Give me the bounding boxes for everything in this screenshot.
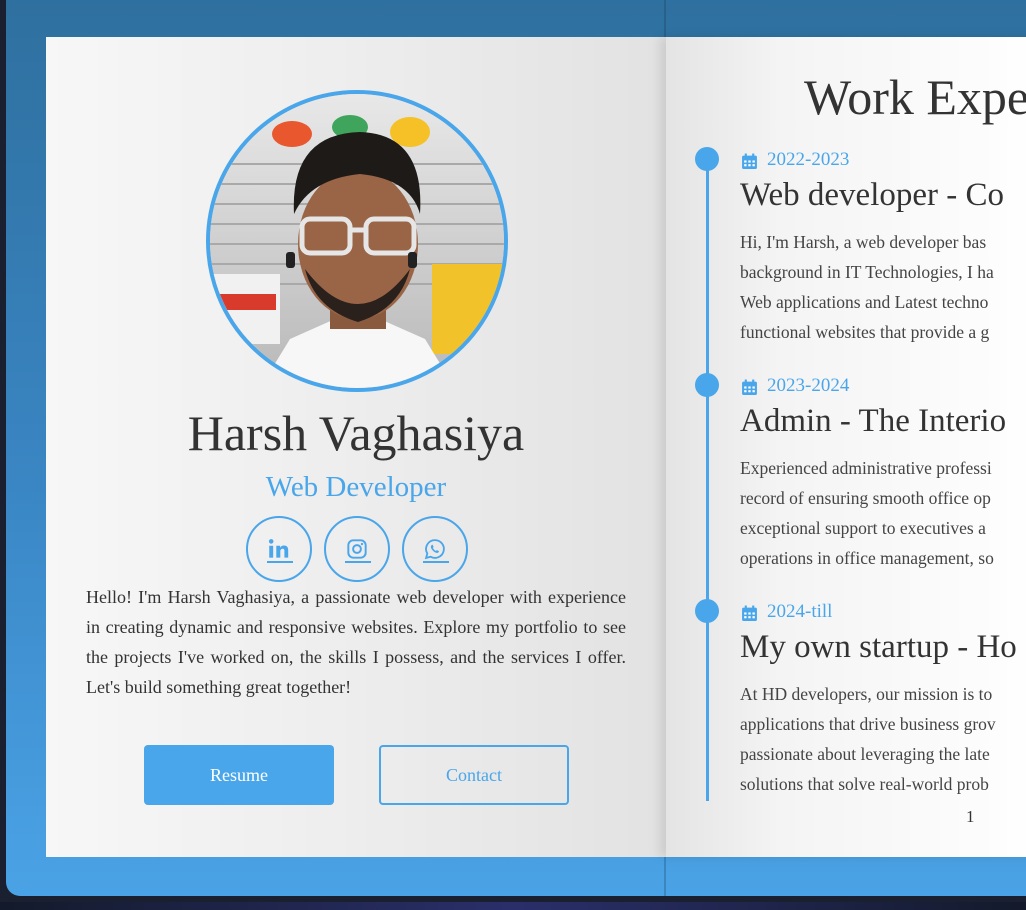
instagram-link[interactable]: [324, 516, 390, 582]
entry-date: 2024-till: [767, 601, 833, 622]
link-underline: [345, 561, 371, 563]
timeline-entry: 2024-till My own startup - Ho At HD deve…: [666, 599, 1026, 819]
profile-role: Web Developer: [265, 471, 447, 503]
whatsapp-icon: [424, 539, 445, 560]
linkedin-icon: [268, 539, 289, 558]
desc-line: Hi, I'm Harsh, a web developer bas: [740, 232, 987, 252]
desc-line: exceptional support to executives a: [740, 518, 986, 538]
entry-description: Experienced administrative professi reco…: [740, 453, 1026, 573]
section-title: Work Expe: [804, 69, 1026, 125]
profile-page: Harsh Vaghasiya Web Developer Hello! I'm…: [46, 37, 666, 857]
profile-bio: Hello! I'm Harsh Vaghasiya, a passionate…: [86, 587, 626, 697]
desc-line: functional websites that provide a g: [740, 322, 990, 342]
desc-line: operations in office management, so: [740, 548, 994, 568]
desc-line: record of ensuring smooth office op: [740, 488, 991, 508]
entry-title: My own startup - Ho: [740, 629, 1017, 665]
desc-line: Experienced administrative professi: [740, 458, 992, 478]
linkedin-link[interactable]: [246, 516, 312, 582]
entry-description: Hi, I'm Harsh, a web developer bas backg…: [740, 227, 1026, 347]
timeline-dot: [695, 147, 719, 171]
entry-title: Web developer - Co: [740, 177, 1004, 213]
desc-line: Web applications and Latest techno: [740, 292, 989, 312]
instagram-icon: [347, 539, 367, 559]
avatar-photo: [210, 94, 504, 388]
entry-date: 2023-2024: [767, 375, 850, 396]
desc-line: solutions that solve real-world prob: [740, 774, 989, 794]
avatar: [206, 90, 508, 392]
desc-line: background in IT Technologies, I ha: [740, 262, 994, 282]
social-links: [246, 516, 468, 582]
desc-line: passionate about leveraging the late: [740, 744, 990, 764]
experience-page: Work Expe 2022-2023 Web developer - Co H…: [666, 37, 1026, 857]
timeline-entry: 2022-2023 Web developer - Co Hi, I'm Har…: [666, 147, 1026, 367]
entry-description: At HD developers, our mission is to appl…: [740, 679, 1026, 799]
entry-date: 2022-2023: [767, 149, 850, 170]
calendar-icon: [742, 605, 757, 621]
profile-name: Harsh Vaghasiya: [187, 405, 525, 461]
desc-line: applications that drive business grov: [740, 714, 996, 734]
desc-line: At HD developers, our mission is to: [740, 684, 993, 704]
calendar-icon: [742, 153, 757, 169]
entry-title: Admin - The Interio: [740, 403, 1007, 439]
resume-button[interactable]: Resume: [144, 745, 334, 805]
page-number: 1: [966, 807, 975, 826]
link-underline: [423, 561, 449, 563]
contact-button[interactable]: Contact: [379, 745, 569, 805]
timeline-dot: [695, 599, 719, 623]
taskbar-edge: [0, 902, 1026, 910]
viewport: Harsh Vaghasiya Web Developer Hello! I'm…: [0, 0, 1026, 910]
whatsapp-link[interactable]: [402, 516, 468, 582]
timeline-dot: [695, 373, 719, 397]
calendar-icon: [742, 379, 757, 395]
link-underline: [267, 561, 293, 563]
timeline-entry: 2023-2024 Admin - The Interio Experience…: [666, 373, 1026, 593]
